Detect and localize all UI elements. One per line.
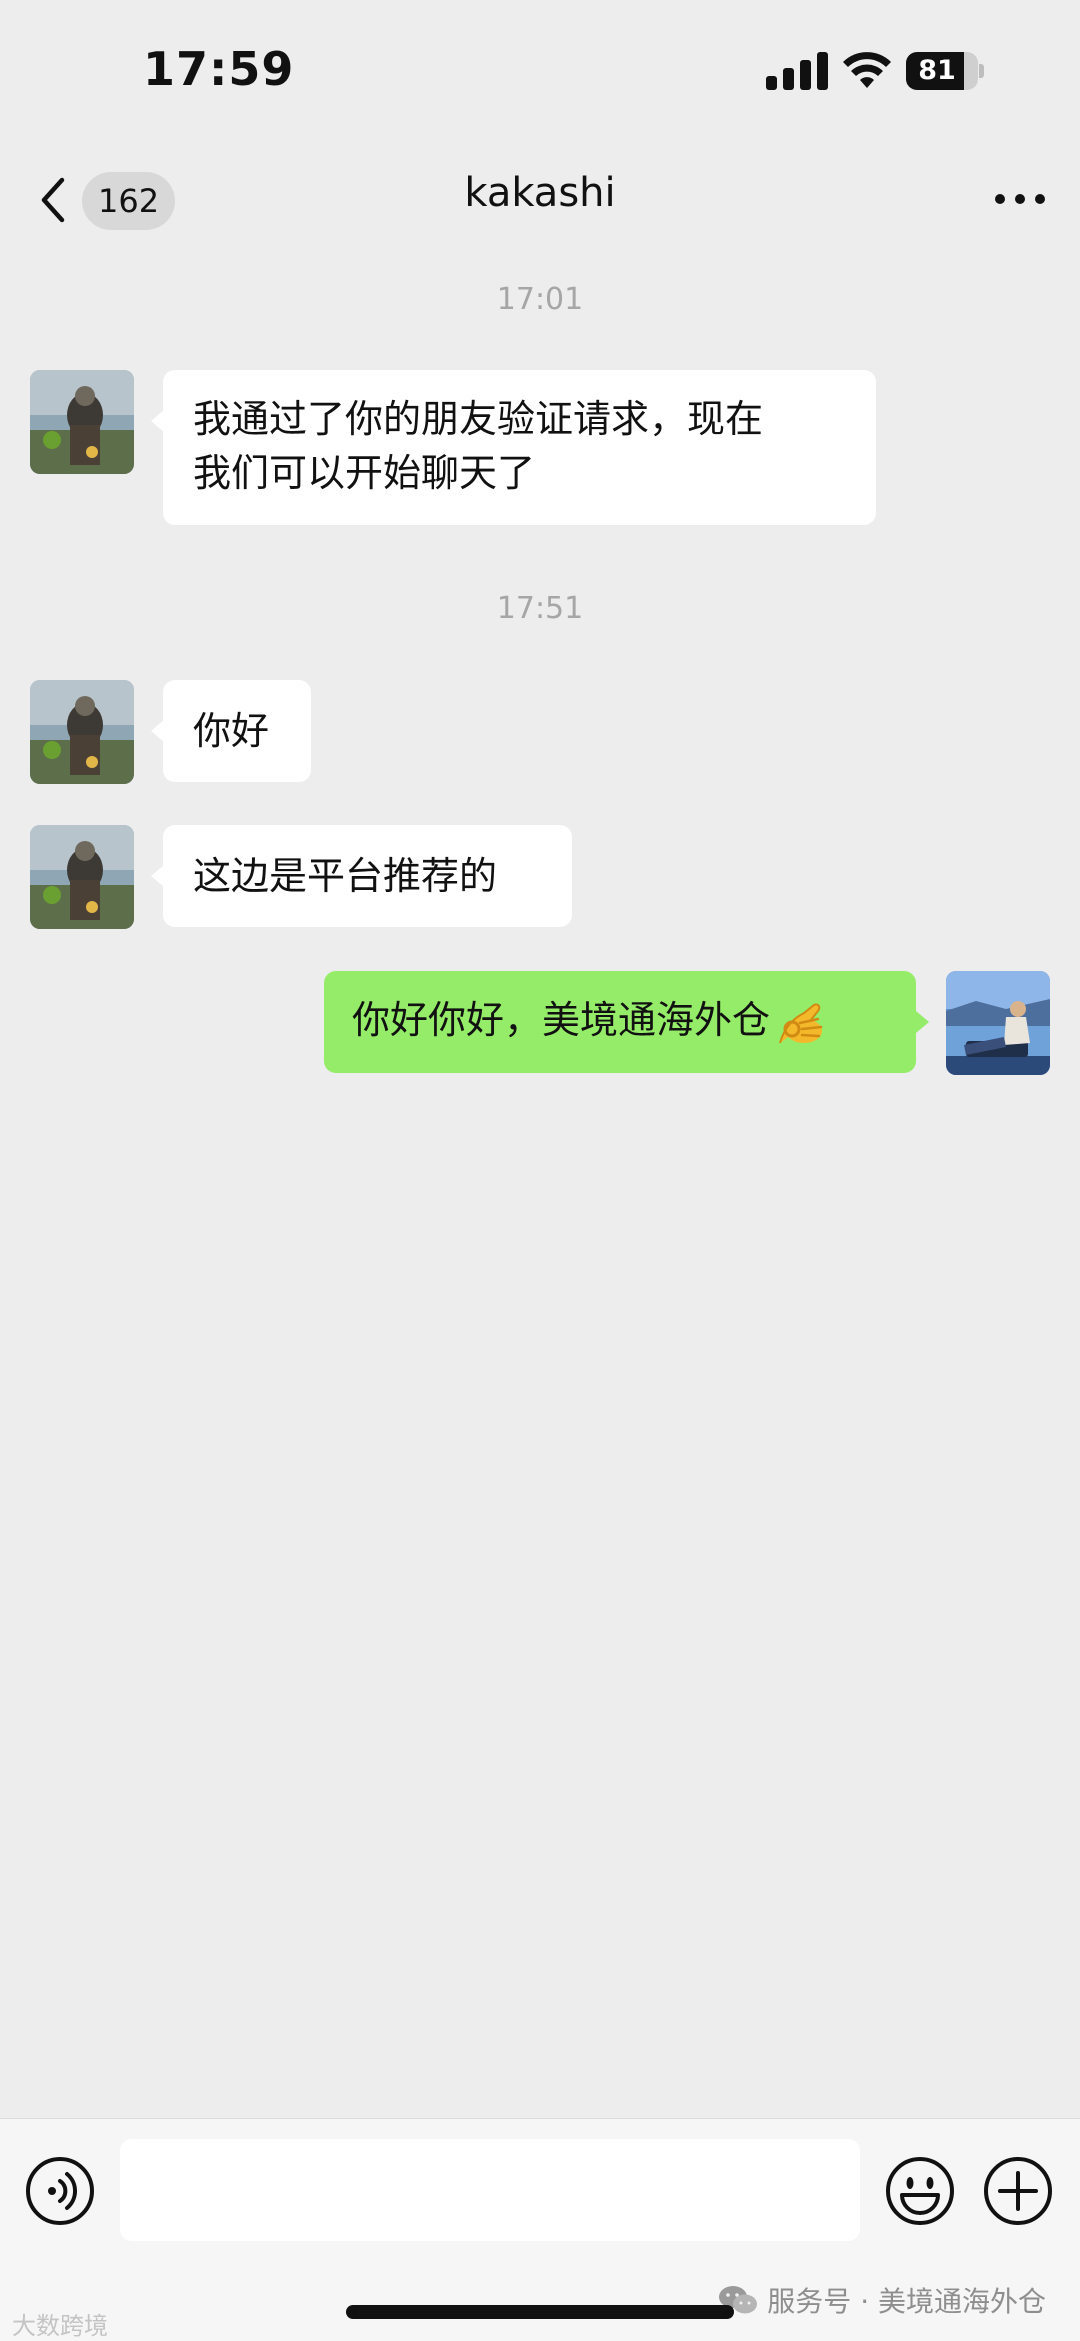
- message-text: 你好: [193, 709, 270, 753]
- watermark-left: 大数跨境: [12, 2312, 108, 2340]
- status-time: 17:59: [143, 42, 295, 96]
- incoming-message-bubble[interactable]: 这边是平台推荐的: [151, 825, 572, 927]
- avatar-image-icon: [30, 370, 134, 474]
- more-horizontal-icon: [995, 194, 1005, 204]
- cellular-signal-icon: [766, 52, 830, 90]
- chat-screen: 17:59 81 162 kakashi 17:01 我通过了你的朋友验证请求，…: [0, 0, 1080, 2341]
- message-text: 这边是平台推荐的: [193, 854, 498, 898]
- wifi-icon: [843, 52, 891, 88]
- contact-avatar[interactable]: [30, 680, 134, 784]
- message-timestamp: 17:01: [496, 282, 584, 317]
- battery-percentage: 81: [918, 55, 956, 86]
- more-options-button[interactable]: [990, 178, 1050, 218]
- avatar-image-icon: [30, 825, 134, 929]
- smiley-icon[interactable]: [884, 2155, 956, 2227]
- message-text: 我们可以开始聊天了: [193, 451, 536, 495]
- outgoing-message-bubble[interactable]: 你好你好，美境通海外仓: [324, 971, 929, 1073]
- message-text: 我通过了你的朋友验证请求，现在: [193, 397, 764, 441]
- status-bar: 17:59 81: [0, 0, 1080, 150]
- home-indicator[interactable]: [346, 2305, 734, 2319]
- ok-hand-emoji-icon: [779, 1003, 823, 1043]
- voice-icon[interactable]: [24, 2155, 96, 2227]
- chevron-left-icon: [41, 177, 65, 223]
- back-button[interactable]: 162: [32, 164, 182, 234]
- battery-icon: 81: [906, 52, 978, 90]
- contact-avatar[interactable]: [30, 825, 134, 929]
- message-text: 你好你好，美境通海外仓: [352, 998, 771, 1042]
- contact-avatar[interactable]: [30, 370, 134, 474]
- plus-circle-icon[interactable]: [982, 2155, 1054, 2227]
- chat-header: 162 kakashi: [0, 150, 1080, 250]
- avatar-image-icon: [946, 971, 1050, 1075]
- avatar-image-icon: [30, 680, 134, 784]
- chat-title: kakashi: [464, 170, 616, 216]
- incoming-message-bubble[interactable]: 你好: [151, 680, 311, 782]
- unread-count-badge: 162: [82, 172, 176, 230]
- my-avatar[interactable]: [946, 971, 1050, 1075]
- message-input[interactable]: [120, 2139, 860, 2241]
- service-account-text: 服务号 · 美境通海外仓: [767, 2285, 1046, 2318]
- watermark-service-account: 服务号 · 美境通海外仓: [717, 2280, 1046, 2320]
- message-timestamp: 17:51: [496, 591, 584, 626]
- battery-indicator: 81: [906, 52, 984, 90]
- incoming-message-bubble[interactable]: 我通过了你的朋友验证请求，现在 我们可以开始聊天了: [151, 370, 876, 525]
